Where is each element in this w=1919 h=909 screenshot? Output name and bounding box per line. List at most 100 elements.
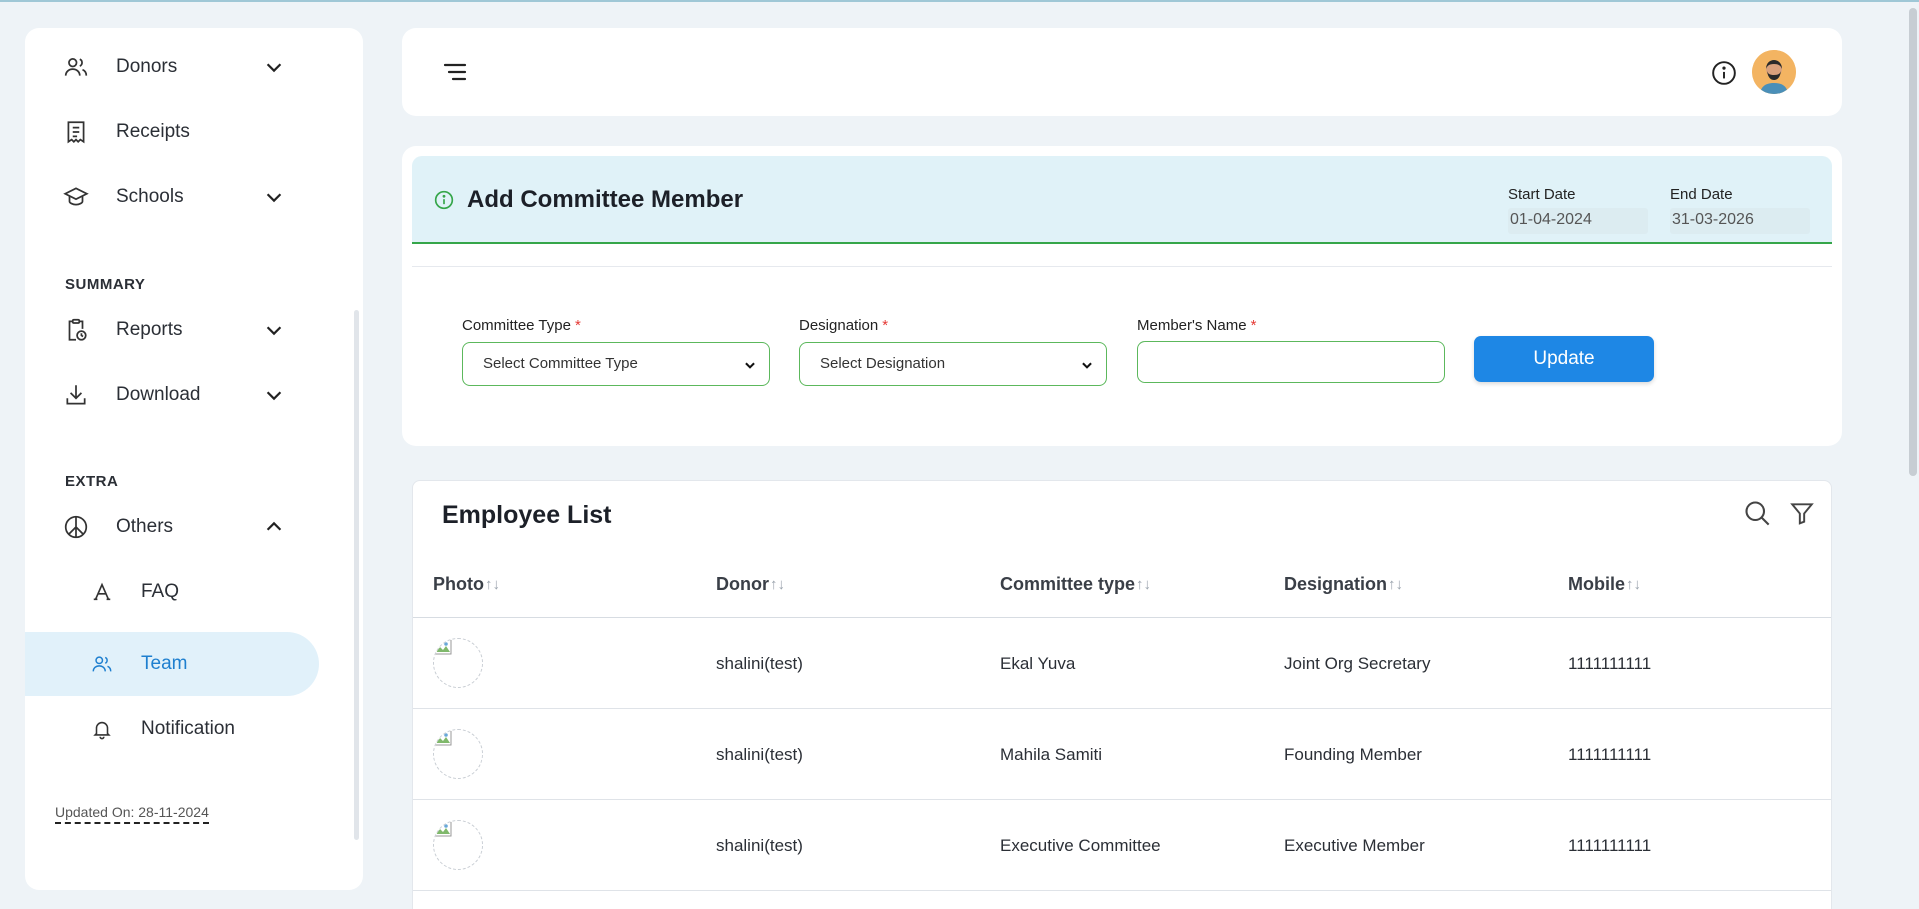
filter-icon[interactable] <box>1789 499 1815 527</box>
column-header-designation[interactable]: Designation ↑↓ <box>1284 574 1403 595</box>
updated-on-text: Updated On: 28-11-2024 <box>55 804 209 824</box>
broken-image-icon <box>433 729 483 779</box>
sidebar-item-schools[interactable]: Schools <box>25 165 319 229</box>
sidebar: Donors Receipts Schools SUMMARY Reports … <box>25 28 363 890</box>
update-button[interactable]: Update <box>1474 336 1654 382</box>
page-scrollbar[interactable] <box>1907 2 1919 909</box>
avatar-image <box>1752 50 1796 94</box>
designation-cell: Joint Org Secretary <box>1284 654 1431 673</box>
committee-type-select[interactable]: Select Committee Type <box>462 342 770 386</box>
divider <box>412 266 1832 267</box>
committee-type-label: Committee Type * <box>462 317 581 334</box>
column-header-label: Committee type <box>1000 574 1136 594</box>
sidebar-item-download[interactable]: Download <box>25 363 319 427</box>
member-name-label: Member's Name * <box>1137 317 1256 334</box>
sidebar-item-label: Schools <box>116 186 184 207</box>
sidebar-item-reports[interactable]: Reports <box>25 298 319 362</box>
form-header: Add Committee Member Start Date 01-04-20… <box>412 156 1832 244</box>
download-icon <box>66 385 86 405</box>
chevron-down-icon <box>745 362 755 369</box>
column-header-photo[interactable]: Photo ↑↓ <box>433 574 500 595</box>
sidebar-item-label: Others <box>116 516 174 537</box>
info-circle-icon <box>434 190 454 210</box>
committee-type-selected: Select Committee Type <box>483 355 638 372</box>
table-row[interactable]: shalini(test) Mahila Samiti Founding Mem… <box>413 709 1831 800</box>
chevron-down-icon <box>266 391 282 401</box>
sort-icon: ↑↓ <box>1136 576 1152 593</box>
peace-icon <box>64 515 88 539</box>
sort-icon: ↑↓ <box>1626 576 1641 593</box>
sidebar-item-label: Reports <box>116 319 183 340</box>
clipboard-clock-icon <box>68 318 87 341</box>
table-row[interactable]: shalini(test) Executive Committee Execut… <box>413 800 1831 891</box>
designation-cell: Founding Member <box>1284 745 1422 764</box>
column-header-mobile[interactable]: Mobile ↑↓ <box>1568 574 1641 595</box>
mobile-cell: 1111111111 <box>1568 745 1652 764</box>
users-icon <box>92 656 112 672</box>
sidebar-item-notification[interactable]: Notification <box>25 697 319 761</box>
chevron-down-icon <box>266 193 282 203</box>
required-mark: * <box>882 317 889 334</box>
chevron-up-icon <box>266 521 282 531</box>
column-header-donor[interactable]: Donor ↑↓ <box>716 574 785 595</box>
employee-list-card: Employee List Photo ↑↓ Donor ↑↓ Committee … <box>412 480 1832 909</box>
bell-icon <box>93 721 111 740</box>
designation-select[interactable]: Select Designation <box>799 342 1107 386</box>
column-header-label: Photo <box>433 574 484 594</box>
graduation-cap-icon <box>63 187 89 206</box>
sidebar-item-label: Donors <box>116 56 178 77</box>
table-row[interactable]: shalini(test) Ekal Yuva Joint Org Secret… <box>413 618 1831 709</box>
sidebar-item-donors[interactable]: Donors <box>25 35 319 99</box>
sidebar-item-faq[interactable]: FAQ <box>25 560 319 624</box>
member-name-label-text: Member's Name <box>1137 317 1247 334</box>
column-header-label: Donor <box>716 574 769 594</box>
user-avatar[interactable] <box>1752 50 1796 94</box>
employee-list-title: Employee List <box>442 501 612 529</box>
top-bar <box>402 28 1842 116</box>
section-extra: EXTRA <box>65 473 119 490</box>
donor-cell: shalini(test) <box>716 654 803 673</box>
sidebar-item-receipts[interactable]: Receipts <box>25 100 319 164</box>
sidebar-item-team[interactable]: Team <box>25 632 319 696</box>
designation-label-text: Designation <box>799 317 879 334</box>
member-name-input[interactable] <box>1137 341 1445 383</box>
broken-image-icon <box>433 638 483 688</box>
sidebar-item-label: Receipts <box>116 121 190 142</box>
mobile-cell: 1111111111 <box>1568 836 1652 855</box>
sidebar-scrollbar[interactable] <box>354 310 359 840</box>
donor-cell: shalini(test) <box>716 836 803 855</box>
sidebar-item-label: Notification <box>141 718 235 739</box>
required-mark: * <box>574 317 581 334</box>
committee-type-cell: Mahila Samiti <box>1000 745 1103 764</box>
sort-icon: ↑↓ <box>770 576 785 593</box>
designation-label: Designation * <box>799 317 888 334</box>
committee-type-cell: Executive Committee <box>1000 836 1161 855</box>
sidebar-item-label: Team <box>141 653 188 674</box>
column-header-committee-type[interactable]: Committee type ↑↓ <box>1000 574 1151 595</box>
chevron-down-icon <box>266 63 282 73</box>
page-title: Add Committee Member <box>467 186 744 213</box>
committee-type-cell: Ekal Yuva <box>1000 654 1076 673</box>
start-date-label: Start Date <box>1508 186 1576 203</box>
required-mark: * <box>1250 317 1257 334</box>
designation-selected: Select Designation <box>820 355 946 372</box>
column-header-label: Designation <box>1284 574 1388 594</box>
start-date-value: 01-04-2024 <box>1508 208 1648 234</box>
info-icon[interactable] <box>1711 60 1737 86</box>
chevron-down-icon <box>266 326 282 336</box>
receipt-icon <box>67 121 85 144</box>
add-committee-member-card: Add Committee Member Start Date 01-04-20… <box>402 146 1842 446</box>
column-header-label: Mobile <box>1568 574 1625 594</box>
search-icon[interactable] <box>1743 499 1771 527</box>
font-a-icon <box>93 582 111 601</box>
chevron-down-icon <box>1082 362 1092 369</box>
sidebar-item-others[interactable]: Others <box>25 495 319 559</box>
page-scrollbar-thumb[interactable] <box>1909 8 1917 476</box>
hamburger-menu-icon[interactable] <box>442 60 468 84</box>
sidebar-item-label: Download <box>116 384 201 405</box>
end-date-label: End Date <box>1670 186 1733 203</box>
sort-icon: ↑↓ <box>1388 576 1404 593</box>
users-icon <box>64 58 88 76</box>
committee-type-label-text: Committee Type <box>462 317 571 334</box>
designation-cell: Executive Member <box>1284 836 1425 855</box>
